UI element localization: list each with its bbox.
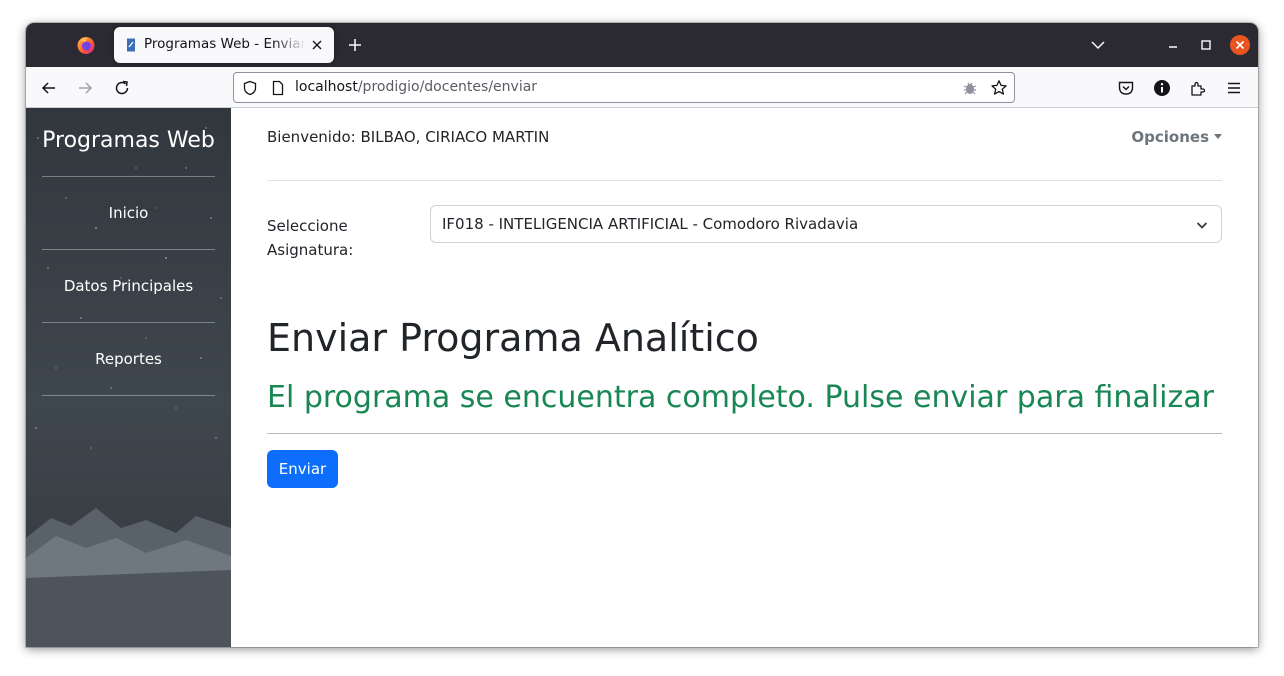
- chevron-down-icon[interactable]: [1090, 37, 1106, 53]
- sidebar-divider: [42, 322, 215, 323]
- brand-title[interactable]: Programas Web: [26, 128, 231, 153]
- status-message: El programa se encuentra completo. Pulse…: [267, 380, 1214, 415]
- page-title: Enviar Programa Analítico: [267, 316, 759, 360]
- bug-icon[interactable]: [962, 80, 978, 96]
- options-label: Opciones: [1131, 128, 1209, 146]
- close-icon: [1235, 40, 1245, 50]
- firefox-logo-icon[interactable]: [76, 35, 96, 55]
- sidebar-item-inicio[interactable]: Inicio: [26, 204, 231, 222]
- main-content: Bienvenido: BILBAO, CIRIACO MARTIN Opcio…: [231, 108, 1258, 647]
- url-bar[interactable]: localhost/prodigio/docentes/enviar: [233, 72, 1015, 103]
- sidebar-divider: [42, 249, 215, 250]
- sidebar-divider: [42, 395, 215, 396]
- options-dropdown[interactable]: Opciones: [1131, 128, 1222, 146]
- back-arrow-icon[interactable]: [40, 79, 58, 97]
- tab-title: Programas Web - Enviar Programa Analític…: [144, 36, 306, 52]
- subject-select-value: IF018 - INTELIGENCIA ARTIFICIAL - Comodo…: [442, 215, 859, 233]
- sidebar-divider: [42, 176, 215, 177]
- plus-icon[interactable]: [346, 36, 364, 54]
- page-favicon-icon: [127, 38, 135, 52]
- minimize-icon[interactable]: [1166, 38, 1180, 52]
- chevron-down-icon: [1196, 222, 1208, 229]
- url-text[interactable]: localhost/prodigio/docentes/enviar: [295, 79, 537, 97]
- hamburger-menu-icon[interactable]: [1225, 79, 1243, 97]
- page-icon[interactable]: [270, 80, 286, 96]
- caret-down-icon: [1214, 134, 1222, 139]
- browser-window: Programas Web - Enviar Programa Analític…: [26, 23, 1258, 647]
- url-path: /prodigio/docentes/enviar: [357, 79, 538, 95]
- info-icon[interactable]: [1153, 79, 1171, 97]
- window-close-button[interactable]: [1230, 35, 1250, 55]
- send-button[interactable]: Enviar: [267, 450, 338, 488]
- navigation-toolbar: localhost/prodigio/docentes/enviar: [26, 67, 1258, 108]
- sidebar: Programas Web Inicio Datos Principales R…: [26, 108, 231, 647]
- subject-select-label: Seleccione Asignatura:: [267, 217, 354, 259]
- forward-arrow-icon[interactable]: [76, 79, 94, 97]
- sidebar-item-datos-principales[interactable]: Datos Principales: [26, 277, 231, 295]
- welcome-text: Bienvenido: BILBAO, CIRIACO MARTIN: [267, 128, 550, 146]
- sidebar-item-reportes[interactable]: Reportes: [26, 350, 231, 368]
- tab-strip: Programas Web - Enviar Programa Analític…: [26, 23, 1258, 67]
- pocket-icon[interactable]: [1117, 79, 1135, 97]
- puzzle-icon[interactable]: [1189, 79, 1207, 97]
- url-host: localhost: [295, 79, 358, 95]
- star-icon[interactable]: [990, 79, 1008, 97]
- shield-icon[interactable]: [242, 80, 258, 96]
- maximize-icon[interactable]: [1199, 38, 1213, 52]
- header-divider: [267, 180, 1222, 181]
- content-divider: [267, 433, 1222, 434]
- reload-icon[interactable]: [113, 79, 131, 97]
- subject-select[interactable]: IF018 - INTELIGENCIA ARTIFICIAL - Comodo…: [430, 205, 1222, 243]
- sidebar-background-image: [26, 108, 231, 647]
- close-icon[interactable]: [310, 38, 324, 52]
- tab-active[interactable]: Programas Web - Enviar Programa Analític…: [114, 27, 334, 63]
